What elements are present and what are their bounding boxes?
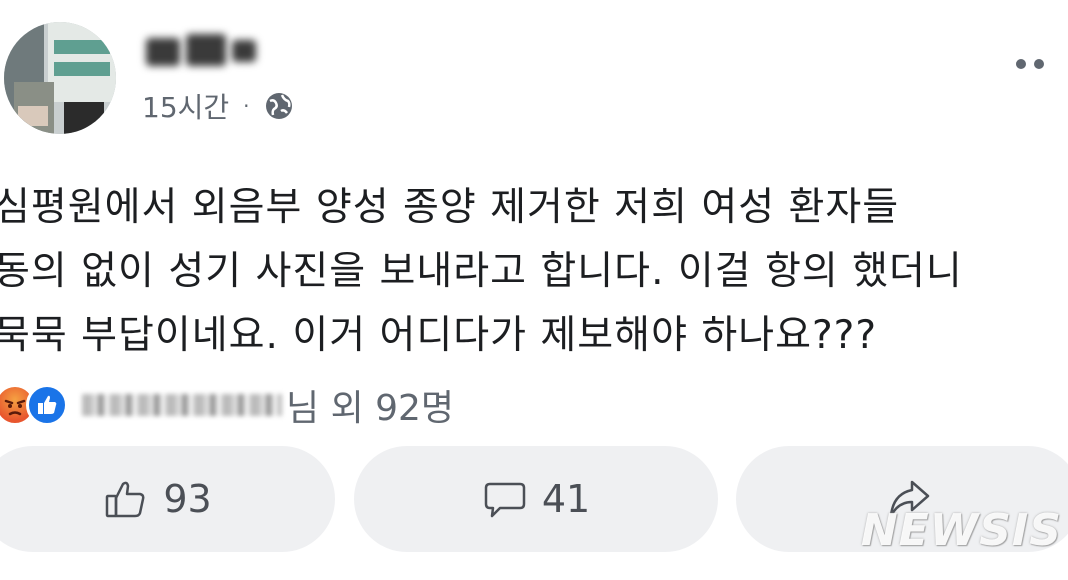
author-name[interactable] — [140, 22, 270, 74]
more-options-icon[interactable] — [1016, 54, 1060, 74]
post-line: 묵묵 부답이네요. 이거 어디다가 제보해야 하나요??? — [0, 313, 878, 358]
reactor-names-blurred — [82, 394, 282, 416]
meta-separator: · — [243, 94, 250, 118]
post-meta: 15시간 · — [142, 86, 294, 126]
avatar[interactable] — [4, 22, 116, 134]
globe-icon[interactable] — [264, 91, 294, 121]
thumbs-up-icon — [106, 481, 145, 518]
watermark-logo: NEWSIS — [860, 505, 1062, 556]
post-line: 동의 없이 성기 사진을 보내라고 합니다. 이걸 항의 했더니 — [0, 249, 963, 294]
reactions-summary[interactable]: 님 외 92명 — [0, 381, 454, 429]
post-line: 심평원에서 외음부 양성 종양 제거한 저희 여성 환자들 — [0, 185, 900, 230]
facebook-post: 15시간 · 심평원에서 외음부 양성 종양 제거한 저희 여성 환자들 동의 … — [0, 0, 1068, 580]
avatar-image — [4, 22, 116, 134]
dot — [1016, 59, 1026, 69]
like-button[interactable]: 93 — [0, 446, 335, 552]
dot — [1034, 59, 1044, 69]
post-time[interactable]: 15시간 — [142, 86, 229, 126]
like-icon — [26, 384, 68, 426]
post-body: 심평원에서 외음부 양성 종양 제거한 저희 여성 환자들 동의 없이 성기 사… — [0, 176, 1064, 368]
comment-count: 41 — [541, 477, 591, 521]
reaction-count: 님 외 92명 — [286, 388, 455, 429]
like-count: 93 — [163, 477, 212, 521]
comment-icon — [484, 482, 526, 518]
comment-button[interactable]: 41 — [354, 446, 718, 552]
